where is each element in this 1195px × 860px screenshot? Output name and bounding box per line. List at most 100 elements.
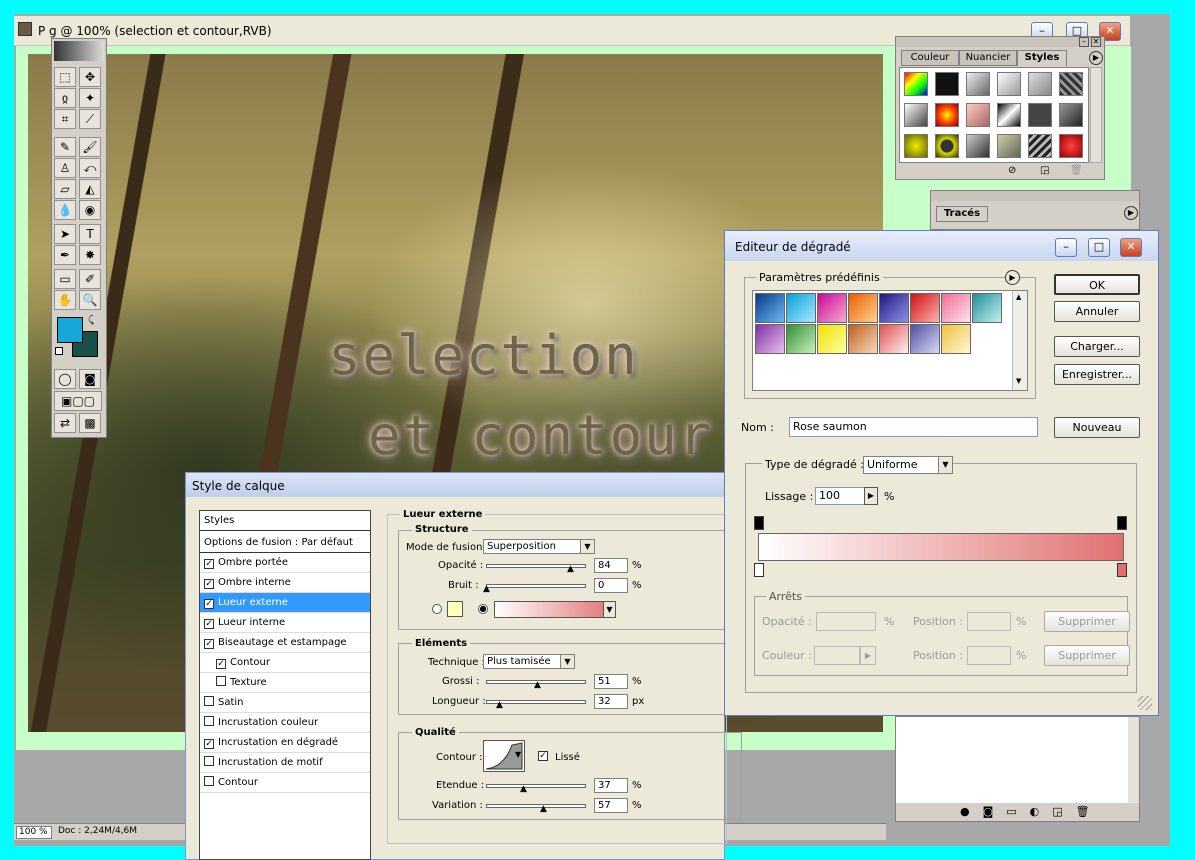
- technique-select[interactable]: Plus tamisée ▼: [483, 654, 575, 669]
- style-swatch[interactable]: [997, 134, 1021, 158]
- chevron-down-icon[interactable]: ▼: [1016, 377, 1021, 385]
- style-item-stroke[interactable]: Contour: [200, 773, 370, 793]
- paths-panel-grip[interactable]: [931, 191, 1139, 201]
- marquee-tool-icon[interactable]: ⬚: [54, 67, 76, 87]
- ok-button[interactable]: OK: [1054, 274, 1140, 295]
- paths-menu-icon[interactable]: ▶: [1124, 206, 1138, 220]
- checkbox-checked[interactable]: ✓: [204, 739, 214, 749]
- checkbox-checked[interactable]: ✓: [204, 599, 214, 609]
- spread-input[interactable]: 51: [594, 674, 628, 689]
- preset-swatch[interactable]: [941, 324, 971, 354]
- foreground-color[interactable]: [57, 317, 83, 343]
- style-swatch[interactable]: [904, 72, 928, 96]
- style-item-pattern-overlay[interactable]: Incrustation de motif: [200, 753, 370, 773]
- style-swatch[interactable]: [966, 103, 990, 127]
- glow-color-swatch[interactable]: [447, 601, 463, 617]
- preset-swatch[interactable]: [848, 324, 878, 354]
- style-swatch[interactable]: [1028, 103, 1052, 127]
- style-item-bevel[interactable]: ✓ Biseautage et estampage: [200, 633, 370, 653]
- opacity-input[interactable]: 84: [594, 558, 628, 573]
- crop-tool-icon[interactable]: ⌗: [54, 109, 76, 129]
- pen-tool-icon[interactable]: ✒: [54, 245, 76, 265]
- styles-panel-close[interactable]: ✕: [1091, 37, 1101, 47]
- preset-swatch[interactable]: [786, 293, 816, 323]
- preset-swatch[interactable]: [755, 293, 785, 323]
- jump-icon[interactable]: ▩: [79, 413, 101, 433]
- tab-traces[interactable]: Tracés: [936, 206, 988, 222]
- style-item-gradient-overlay[interactable]: ✓ Incrustation en dégradé: [200, 733, 370, 753]
- blend-mode-select[interactable]: Superposition ▼: [483, 539, 595, 554]
- jitter-slider-thumb[interactable]: ▲: [539, 805, 548, 814]
- jitter-slider[interactable]: [486, 804, 586, 808]
- preset-swatch[interactable]: [972, 293, 1002, 323]
- bucket-tool-icon[interactable]: ◭: [79, 179, 101, 199]
- preset-swatch[interactable]: [879, 293, 909, 323]
- style-item-contour[interactable]: ✓ Contour: [200, 653, 370, 673]
- swap-colors-icon[interactable]: ⤹: [88, 315, 94, 326]
- style-swatch[interactable]: [966, 72, 990, 96]
- color-radio[interactable]: [432, 604, 442, 614]
- zoom-field[interactable]: 100 %: [16, 826, 52, 839]
- range-input[interactable]: 37: [594, 778, 628, 793]
- style-swatch[interactable]: [935, 134, 959, 158]
- screen-mode-icon[interactable]: ▣▢▢: [54, 391, 102, 411]
- style-item-inner-shadow[interactable]: ✓ Ombre interne: [200, 573, 370, 593]
- preset-swatch[interactable]: [910, 293, 940, 323]
- eyedropper-icon[interactable]: ✐: [79, 269, 101, 289]
- presets-scrollbar[interactable]: ▲ ▼: [1012, 291, 1027, 390]
- checkbox-unchecked[interactable]: [216, 676, 226, 686]
- zoom-tool-icon[interactable]: 🔍: [79, 290, 101, 310]
- imageready-icon[interactable]: ⇄: [54, 413, 76, 433]
- tab-couleur[interactable]: Couleur: [901, 50, 959, 66]
- style-swatch[interactable]: [1028, 72, 1052, 96]
- opacity-stop-right[interactable]: [1117, 516, 1127, 530]
- stamp-tool-icon[interactable]: ♙: [54, 158, 76, 178]
- preset-swatch[interactable]: [817, 324, 847, 354]
- style-item-color-overlay[interactable]: Incrustation couleur: [200, 713, 370, 733]
- save-button[interactable]: Enregistrer...: [1054, 364, 1140, 385]
- brush-tool-icon[interactable]: 🖌: [79, 137, 101, 157]
- new-style-icon[interactable]: ◲: [1040, 165, 1049, 176]
- path-select-icon[interactable]: ➤: [54, 224, 76, 244]
- healing-brush-icon[interactable]: ✎: [54, 137, 76, 157]
- presets-menu-icon[interactable]: ▶: [1005, 270, 1020, 285]
- stop-opacity-input[interactable]: [816, 612, 876, 631]
- trash-icon[interactable]: 🗑: [1070, 165, 1083, 176]
- preset-swatch[interactable]: [786, 324, 816, 354]
- gradient-type-select[interactable]: Uniforme ▼: [863, 456, 953, 474]
- styles-panel-minimize[interactable]: –: [1079, 37, 1089, 47]
- color-stop-left[interactable]: [754, 563, 764, 577]
- sponge-tool-icon[interactable]: ◉: [79, 200, 101, 220]
- style-swatch[interactable]: [1059, 72, 1083, 96]
- preset-swatch[interactable]: [941, 293, 971, 323]
- style-item-outer-glow[interactable]: ✓ Lueur externe: [200, 593, 370, 613]
- style-swatch[interactable]: [1028, 134, 1052, 158]
- glow-gradient-swatch[interactable]: ▼: [494, 601, 616, 618]
- style-swatch[interactable]: [1059, 103, 1083, 127]
- size-slider-thumb[interactable]: ▲: [495, 701, 504, 710]
- color-stop-right[interactable]: [1117, 563, 1127, 577]
- preset-swatch[interactable]: [848, 293, 878, 323]
- cancel-button[interactable]: Annuler: [1054, 301, 1140, 322]
- spread-slider-thumb[interactable]: ▲: [533, 681, 542, 690]
- checkbox-unchecked[interactable]: [204, 696, 214, 706]
- load-button[interactable]: Charger...: [1054, 336, 1140, 357]
- style-item-blending[interactable]: Options de fusion : Par défaut: [200, 533, 370, 553]
- checkbox-unchecked[interactable]: [204, 716, 214, 726]
- panel-menu-icon[interactable]: ▶: [1089, 51, 1103, 65]
- gradient-radio[interactable]: ●: [478, 604, 488, 614]
- styles-panel-grip[interactable]: [896, 37, 1104, 47]
- style-item-satin[interactable]: Satin: [200, 693, 370, 713]
- chevron-up-icon[interactable]: ▲: [1016, 293, 1021, 301]
- preset-swatch[interactable]: [755, 324, 785, 354]
- default-colors-icon[interactable]: [55, 347, 63, 355]
- no-style-icon[interactable]: ⊘: [1008, 165, 1016, 176]
- gradient-bar[interactable]: [758, 533, 1124, 561]
- range-slider-thumb[interactable]: ▲: [519, 785, 528, 794]
- noise-input[interactable]: 0: [594, 578, 628, 593]
- standard-mode-icon[interactable]: ◯: [54, 369, 76, 389]
- size-input[interactable]: 32: [594, 694, 628, 709]
- range-slider[interactable]: [486, 784, 586, 788]
- style-item-inner-glow[interactable]: ✓ Lueur interne: [200, 613, 370, 633]
- checkbox-checked[interactable]: ✓: [204, 559, 214, 569]
